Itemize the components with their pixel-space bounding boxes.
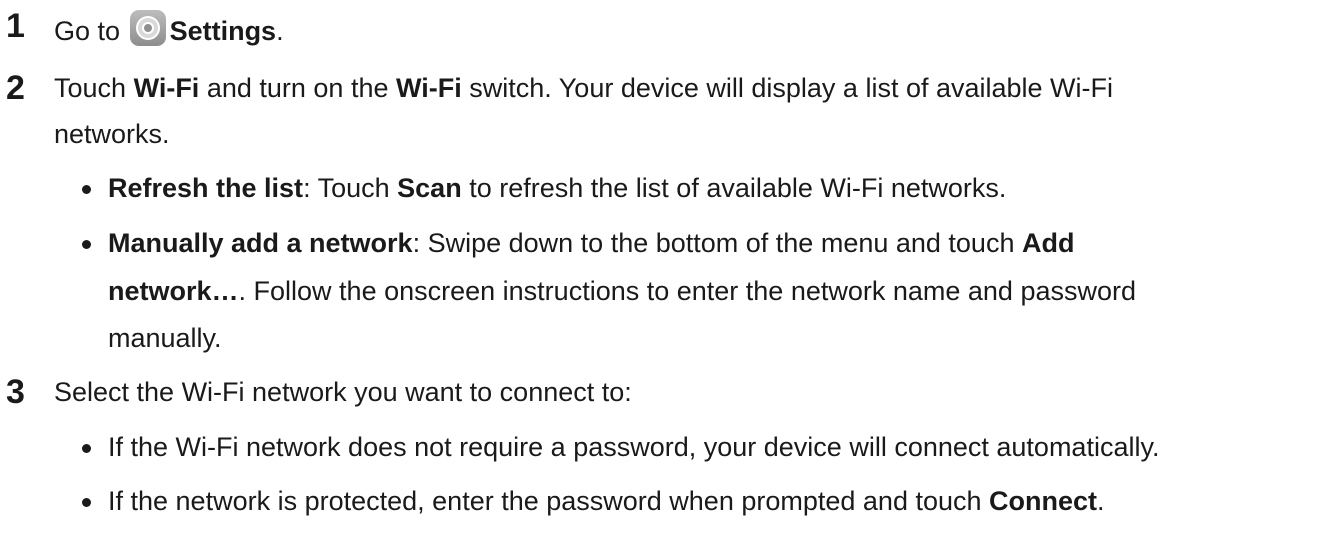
- bullet-icon: [82, 444, 91, 453]
- list-item: Manually add a network: Swipe down to th…: [108, 227, 1074, 259]
- list-item: Refresh the list: Touch Scan to refresh …: [108, 172, 1006, 204]
- bullet-text: : Touch: [303, 173, 390, 203]
- bullet-text: : Swipe down to the bottom of the menu a…: [412, 228, 1015, 258]
- settings-icon: [129, 10, 166, 46]
- period: .: [276, 16, 284, 46]
- step-text: and turn on the: [206, 73, 389, 103]
- bullet-icon: [82, 498, 91, 507]
- connect-label: Connect: [989, 486, 1098, 516]
- wifi-switch-label: Wi-Fi: [396, 73, 462, 103]
- step-text: switch. Your device will display a list …: [469, 73, 1114, 103]
- step-text: Touch: [54, 73, 127, 103]
- list-item: If the network is protected, enter the p…: [108, 485, 1105, 517]
- step-1-text: Go to Settings.: [54, 10, 284, 47]
- step-number: 1: [6, 7, 25, 45]
- bullet-title: Manually add a network: [108, 228, 413, 258]
- bullet-text: . Follow the onscreen instructions to en…: [238, 276, 1137, 306]
- wifi-label: Wi-Fi: [133, 73, 200, 103]
- bullet-text: to refresh the list of available Wi-Fi n…: [469, 173, 1007, 203]
- add-label: Add: [1021, 228, 1075, 258]
- step-3-text: Select the Wi-Fi network you want to con…: [54, 377, 632, 407]
- bullet-text: If the network is protected, enter the p…: [108, 486, 982, 516]
- step-text: Go to: [54, 16, 121, 46]
- period: .: [1097, 486, 1105, 516]
- list-item-cont: manually.: [108, 323, 222, 353]
- step-number: 3: [6, 373, 25, 411]
- step-2-text: Touch Wi-Fi and turn on the Wi-Fi switch…: [54, 72, 1113, 104]
- bullet-icon: [82, 185, 91, 194]
- bullet-title: Refresh the list: [108, 173, 304, 203]
- bullet-icon: [82, 240, 91, 249]
- scan-label: Scan: [397, 173, 462, 203]
- list-item: If the Wi-Fi network does not require a …: [108, 432, 1160, 462]
- list-item-cont: network…. Follow the onscreen instructio…: [108, 275, 1136, 307]
- settings-label: Settings: [169, 16, 277, 46]
- network-label: network…: [108, 276, 239, 306]
- step-number: 2: [6, 69, 25, 107]
- step-2-text-cont: networks.: [54, 119, 170, 149]
